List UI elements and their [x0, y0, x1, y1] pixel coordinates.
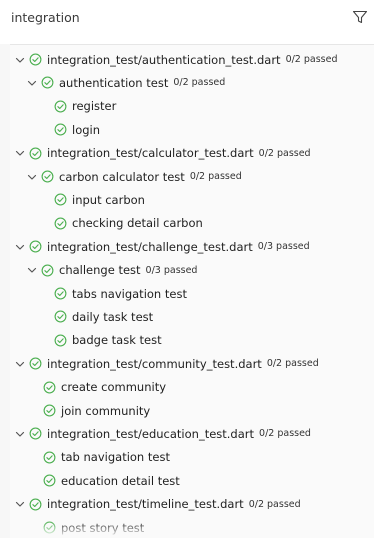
test-group-row[interactable]: integration_test/timeline_test.dart 0/2 p…: [10, 493, 374, 516]
test-case-row[interactable]: input carbon: [10, 188, 374, 211]
test-tree: integration_test/authentication_test.dar…: [10, 44, 374, 538]
test-case-row[interactable]: create community: [10, 376, 374, 399]
pass-summary: 0/3 passed: [257, 241, 310, 253]
passed-check-icon: [29, 240, 42, 253]
passed-check-icon: [43, 521, 56, 534]
pass-summary: 0/2 passed: [285, 54, 338, 65]
test-name: tabs navigation test: [72, 286, 187, 301]
test-case-row[interactable]: checking detail carbon: [10, 212, 374, 235]
test-name: integration_test/education_test.dart: [47, 426, 255, 441]
test-name: checking detail carbon: [72, 216, 203, 231]
test-group-row[interactable]: integration_test/challenge_test.dart 0/3 …: [10, 235, 374, 258]
test-explorer: integration_test/authentication_test.dar…: [0, 0, 374, 538]
chevron-down-icon[interactable]: [26, 264, 38, 276]
test-name: register: [72, 99, 117, 114]
test-group-row[interactable]: challenge test 0/3 passed: [10, 259, 374, 282]
test-name: integration_test/authentication_test.dar…: [47, 52, 281, 67]
passed-check-icon: [29, 147, 42, 160]
passed-check-icon: [43, 381, 56, 394]
test-case-row[interactable]: education detail test: [10, 469, 374, 492]
test-name: authentication test: [59, 75, 169, 90]
test-name: carbon calculator test: [59, 169, 185, 184]
passed-check-icon: [43, 474, 56, 487]
test-name: input carbon: [72, 192, 145, 207]
filter-bar: [0, 0, 374, 38]
passed-check-icon: [54, 217, 67, 230]
test-name: join community: [61, 403, 151, 418]
chevron-down-icon[interactable]: [26, 77, 38, 89]
test-case-row[interactable]: register: [10, 95, 374, 118]
test-group-row[interactable]: integration_test/calculator_test.dart 0/2…: [10, 142, 374, 165]
test-name: create community: [61, 380, 167, 395]
test-name: post story test: [61, 520, 145, 535]
passed-check-icon: [43, 404, 56, 417]
passed-check-icon: [29, 427, 42, 440]
pass-summary: 0/2 passed: [248, 498, 301, 510]
test-name: integration_test/community_test.dart: [47, 356, 262, 371]
chevron-down-icon[interactable]: [14, 498, 26, 510]
passed-check-icon: [54, 287, 67, 300]
test-group-row[interactable]: carbon calculator test 0/2 passed: [10, 165, 374, 188]
passed-check-icon: [54, 310, 67, 323]
passed-check-icon: [54, 123, 67, 136]
passed-check-icon: [43, 451, 56, 464]
test-name: integration_test/challenge_test.dart: [47, 239, 253, 254]
chevron-down-icon[interactable]: [14, 54, 26, 66]
pass-summary: 0/2 passed: [258, 147, 311, 159]
test-name: challenge test: [59, 263, 141, 278]
test-case-row[interactable]: post story test: [10, 516, 374, 538]
test-case-row[interactable]: join community: [10, 399, 374, 422]
passed-check-icon: [29, 357, 42, 370]
passed-check-icon: [41, 264, 54, 277]
test-group-row[interactable]: authentication test 0/2 passed: [10, 71, 374, 94]
test-group-row[interactable]: integration_test/community_test.dart 0/2 …: [10, 352, 374, 375]
chevron-down-icon[interactable]: [26, 171, 38, 183]
test-name: login: [72, 122, 101, 137]
test-case-row[interactable]: badge task test: [10, 329, 374, 352]
test-case-row[interactable]: daily task test: [10, 305, 374, 328]
test-name: integration_test/calculator_test.dart: [47, 146, 254, 161]
test-name: badge task test: [72, 333, 162, 348]
passed-check-icon: [54, 193, 67, 206]
test-case-row[interactable]: login: [10, 118, 374, 141]
chevron-down-icon[interactable]: [14, 428, 26, 440]
passed-check-icon: [41, 76, 54, 89]
passed-check-icon: [41, 170, 54, 183]
test-name: integration_test/timeline_test.dart: [47, 497, 244, 512]
pass-summary: 0/3 passed: [145, 264, 198, 276]
passed-check-icon: [54, 100, 67, 113]
test-case-row[interactable]: tabs navigation test: [10, 282, 374, 305]
chevron-down-icon[interactable]: [14, 241, 26, 253]
test-name: daily task test: [72, 309, 154, 324]
test-group-row[interactable]: integration_test/authentication_test.dar…: [10, 48, 374, 71]
filter-icon[interactable]: [352, 9, 368, 25]
passed-check-icon: [29, 498, 42, 511]
test-group-row[interactable]: integration_test/education_test.dart 0/2 …: [10, 422, 374, 445]
filter-input[interactable]: [11, 5, 331, 29]
pass-summary: 0/2 passed: [173, 77, 226, 89]
pass-summary: 0/2 passed: [259, 428, 311, 440]
test-case-row[interactable]: tab navigation test: [10, 446, 374, 469]
passed-check-icon: [54, 334, 67, 347]
chevron-down-icon[interactable]: [14, 147, 26, 159]
chevron-down-icon[interactable]: [14, 358, 26, 370]
passed-check-icon: [29, 53, 42, 66]
test-name: education detail test: [61, 473, 180, 488]
pass-summary: 0/2 passed: [189, 171, 242, 182]
pass-summary: 0/2 passed: [266, 358, 319, 370]
left-gutter: [0, 44, 10, 538]
test-name: tab navigation test: [61, 450, 170, 465]
